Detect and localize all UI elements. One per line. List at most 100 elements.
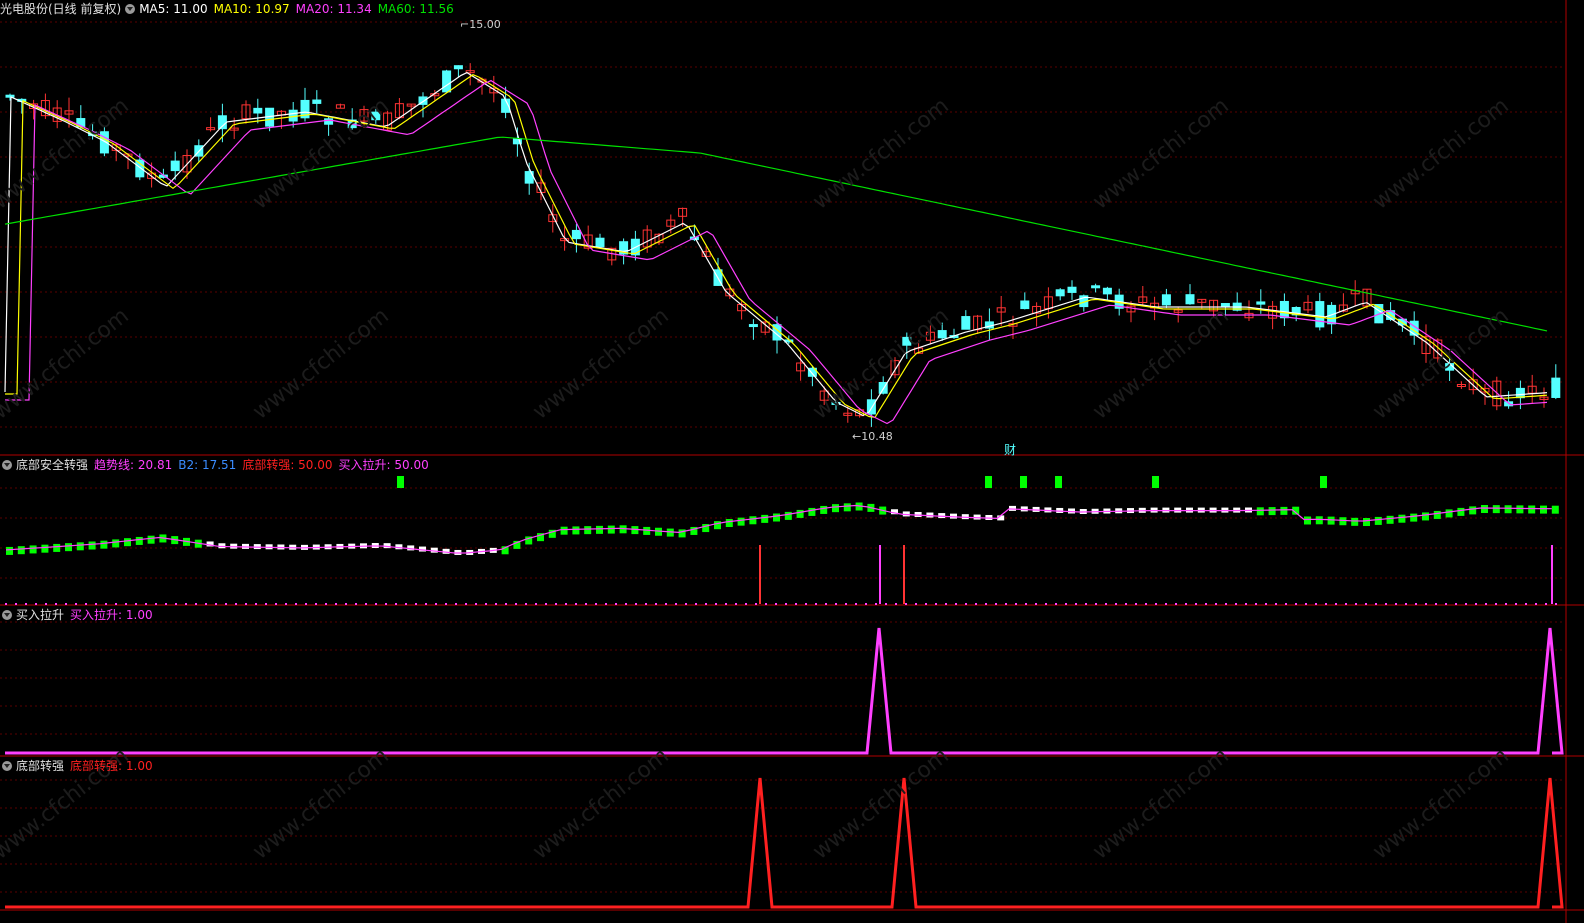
baseline-dot bbox=[815, 603, 817, 605]
trend-block bbox=[1516, 505, 1524, 514]
baseline-dot bbox=[1435, 603, 1437, 605]
baseline-dot bbox=[665, 603, 667, 605]
panel1-header: 底部安全转强 趋势线: 20.81 B2: 17.51 底部转强: 50.00 … bbox=[0, 456, 435, 474]
baseline-dot bbox=[875, 603, 877, 605]
trend-block bbox=[419, 546, 426, 552]
watermark-text: www.cfchi.com bbox=[528, 303, 673, 424]
trend-block bbox=[53, 543, 61, 552]
baseline-dot bbox=[915, 603, 917, 605]
signal-marker bbox=[397, 476, 404, 488]
trend-block bbox=[1256, 507, 1264, 516]
baseline-dot bbox=[115, 603, 117, 605]
signal-marker bbox=[985, 476, 992, 488]
watermark-text: www.cfchi.com bbox=[0, 303, 134, 424]
baseline-dot bbox=[515, 603, 517, 605]
baseline-dot bbox=[415, 603, 417, 605]
financial-report-marker[interactable]: 财 bbox=[1004, 441, 1016, 458]
buy-rise-value: 买入拉升: 50.00 bbox=[338, 458, 429, 472]
trend-block bbox=[88, 541, 96, 550]
baseline-dot bbox=[1165, 603, 1167, 605]
baseline-dot bbox=[905, 603, 907, 605]
baseline-dot bbox=[545, 603, 547, 605]
baseline-dot bbox=[285, 603, 287, 605]
baseline-dot bbox=[425, 603, 427, 605]
high-price-value: 15.00 bbox=[469, 18, 501, 31]
chevron-down-icon[interactable] bbox=[125, 4, 136, 14]
panel2-title[interactable]: 买入拉升 bbox=[16, 606, 64, 624]
baseline-dot bbox=[705, 603, 707, 605]
trend-line-value: 趋势线: 20.81 bbox=[94, 458, 173, 472]
baseline-dot bbox=[715, 603, 717, 605]
baseline-dot bbox=[1145, 603, 1147, 605]
candle-body bbox=[1102, 287, 1112, 295]
baseline-dot bbox=[1495, 603, 1497, 605]
baseline-dot bbox=[1375, 603, 1377, 605]
baseline-dot bbox=[725, 603, 727, 605]
baseline-dot bbox=[535, 603, 537, 605]
baseline-dot bbox=[1255, 603, 1257, 605]
trend-block bbox=[843, 503, 851, 512]
trend-block bbox=[1351, 517, 1359, 526]
trend-block bbox=[1504, 505, 1512, 514]
candle-body bbox=[135, 159, 145, 178]
baseline-dot bbox=[1245, 603, 1247, 605]
baseline-dot bbox=[885, 603, 887, 605]
baseline-dot bbox=[855, 603, 857, 605]
baseline-dot bbox=[555, 603, 557, 605]
baseline-dot bbox=[45, 603, 47, 605]
trend-block bbox=[820, 505, 828, 514]
trend-block bbox=[796, 509, 804, 518]
trend-block bbox=[572, 526, 580, 535]
baseline-dot bbox=[245, 603, 247, 605]
baseline-dot bbox=[695, 603, 697, 605]
baseline-dot bbox=[435, 603, 437, 605]
trend-block bbox=[6, 546, 13, 555]
trend-block bbox=[749, 516, 757, 525]
candle-body bbox=[1315, 301, 1325, 328]
baseline-dot bbox=[75, 603, 77, 605]
trend-block bbox=[100, 540, 108, 549]
baseline-dot bbox=[795, 603, 797, 605]
baseline-dot bbox=[125, 603, 127, 605]
baseline-dot bbox=[1085, 603, 1087, 605]
trend-block bbox=[1492, 505, 1500, 514]
candle-body bbox=[1091, 285, 1101, 289]
candle-body bbox=[1020, 300, 1030, 310]
baseline-dot bbox=[1265, 603, 1267, 605]
baseline-dot bbox=[645, 603, 647, 605]
arrow-icon: ← bbox=[852, 430, 862, 443]
baseline-dot bbox=[1225, 603, 1227, 605]
buy-rise-indicator-value: 买入拉升: 1.00 bbox=[70, 608, 153, 622]
chevron-down-icon[interactable] bbox=[2, 460, 12, 470]
chevron-down-icon[interactable] bbox=[2, 610, 12, 620]
trend-block bbox=[135, 536, 143, 545]
panel1-title[interactable]: 底部安全转强 bbox=[16, 456, 88, 474]
stock-title[interactable]: 光电股份(日线 前复权) bbox=[0, 0, 121, 18]
baseline-dot bbox=[1045, 603, 1047, 605]
candle-body bbox=[5, 94, 15, 98]
baseline-dot bbox=[1445, 603, 1447, 605]
buy-rise-line bbox=[5, 627, 1564, 755]
ma60-value: MA60: 11.56 bbox=[377, 2, 454, 16]
baseline-dot bbox=[275, 603, 277, 605]
baseline-dot bbox=[15, 603, 17, 605]
baseline-dot bbox=[775, 603, 777, 605]
candle-body bbox=[288, 109, 298, 122]
candle-body bbox=[961, 316, 971, 330]
trend-block bbox=[17, 546, 25, 555]
signal-marker bbox=[1320, 476, 1327, 488]
panel3-title[interactable]: 底部转强 bbox=[16, 757, 64, 775]
baseline-dot bbox=[655, 603, 657, 605]
arrow-icon: ⌐ bbox=[460, 18, 470, 31]
candle-body bbox=[748, 324, 758, 328]
trend-block bbox=[29, 545, 37, 554]
trend-block bbox=[725, 519, 733, 528]
baseline-dot bbox=[265, 603, 267, 605]
high-price-label: ⌐15.00 bbox=[460, 18, 501, 31]
baseline-dot bbox=[325, 603, 327, 605]
baseline-dot bbox=[1525, 603, 1527, 605]
baseline-dot bbox=[575, 603, 577, 605]
trend-block bbox=[607, 525, 615, 534]
chevron-down-icon[interactable] bbox=[2, 761, 12, 771]
baseline-dot bbox=[1545, 603, 1547, 605]
